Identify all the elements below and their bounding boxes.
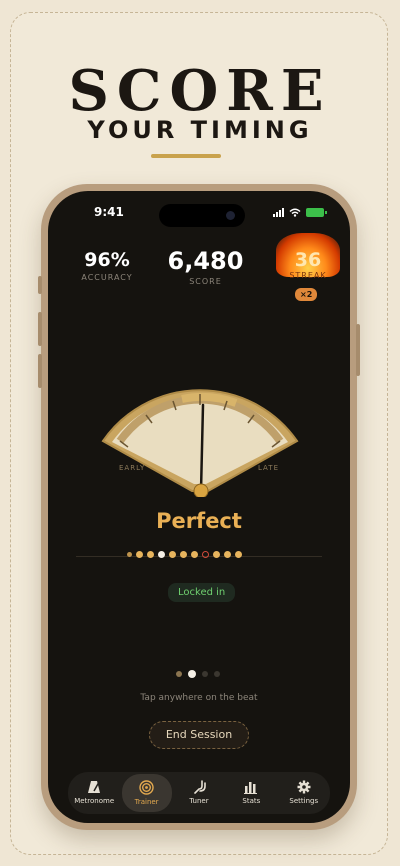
status-time: 9:41 — [94, 205, 124, 219]
action-button — [38, 276, 42, 294]
timing-gauge — [101, 389, 299, 497]
page-dot[interactable] — [176, 671, 182, 677]
timing-result: Perfect — [156, 509, 242, 533]
page-dot[interactable] — [214, 671, 220, 677]
tab-trainer[interactable]: Trainer — [121, 774, 172, 812]
wifi-icon — [289, 208, 301, 217]
headline-title: SCORE — [68, 58, 332, 124]
beat-dot — [213, 551, 220, 558]
page-indicator[interactable] — [176, 670, 220, 678]
tab-settings[interactable]: Settings — [279, 774, 329, 812]
score-value: 6,480 — [167, 247, 244, 275]
tab-label: Stats — [242, 797, 261, 805]
streak-value: 36 — [294, 249, 322, 271]
page-dot[interactable] — [202, 671, 208, 677]
battery-icon — [306, 207, 327, 217]
app-screen: 9:41 96% ACCURACY 6,480 SCORE 36 STREAK … — [48, 191, 350, 823]
tab-label: Metronome — [74, 797, 115, 805]
beat-dot — [235, 551, 242, 558]
beat-dot — [224, 551, 231, 558]
beat-dot — [191, 551, 198, 558]
beat-history — [127, 551, 242, 558]
volume-up-button — [38, 312, 42, 346]
tab-label: Tuner — [189, 797, 209, 805]
accuracy-label: ACCURACY — [81, 273, 133, 282]
beat-dot — [158, 551, 165, 558]
streak-stat: 36 STREAK — [274, 233, 342, 287]
accuracy-stat: 96% ACCURACY — [72, 249, 142, 282]
gauge-pivot — [193, 483, 209, 497]
tab-label: Trainer — [134, 798, 159, 806]
phone-frame: 9:41 96% ACCURACY 6,480 SCORE 36 STREAK … — [38, 184, 360, 830]
tab-bar: Metronome Trainer Tuner Stats Settings — [68, 772, 330, 814]
gear-icon — [297, 780, 311, 794]
target-icon — [139, 780, 154, 795]
late-label: LATE — [258, 464, 280, 472]
headline-underline — [151, 154, 221, 158]
multiplier-badge: ×2 — [295, 288, 318, 301]
beat-dot — [180, 551, 187, 558]
volume-down-button — [38, 354, 42, 388]
tuning-fork-icon — [194, 780, 206, 794]
beat-dot — [147, 551, 154, 558]
end-session-button[interactable]: End Session — [149, 721, 249, 749]
tab-label: Settings — [289, 797, 319, 805]
score-stat: 6,480 SCORE — [153, 247, 258, 286]
power-button — [356, 324, 360, 376]
tab-stats[interactable]: Stats — [226, 774, 276, 812]
locked-in-badge: Locked in — [168, 583, 236, 602]
beat-dot — [136, 551, 143, 558]
signal-icon — [273, 207, 284, 217]
accuracy-value: 96% — [84, 249, 130, 271]
beat-dot — [127, 552, 132, 557]
tab-metronome[interactable]: Metronome — [69, 774, 119, 812]
headline-subtitle: YOUR TIMING — [87, 116, 313, 144]
tap-hint: Tap anywhere on the beat — [140, 693, 258, 703]
metronome-icon — [88, 781, 101, 793]
camera-icon — [226, 211, 235, 220]
streak-label: STREAK — [289, 271, 327, 280]
tab-tuner[interactable]: Tuner — [174, 774, 224, 812]
beat-dot-miss — [202, 551, 209, 558]
bar-chart-icon — [244, 782, 258, 794]
score-label: SCORE — [189, 277, 222, 286]
beat-dot — [169, 551, 176, 558]
status-icons — [273, 207, 327, 217]
early-label: EARLY — [119, 464, 146, 472]
dynamic-island — [159, 204, 245, 227]
page-dot-active[interactable] — [188, 670, 196, 678]
